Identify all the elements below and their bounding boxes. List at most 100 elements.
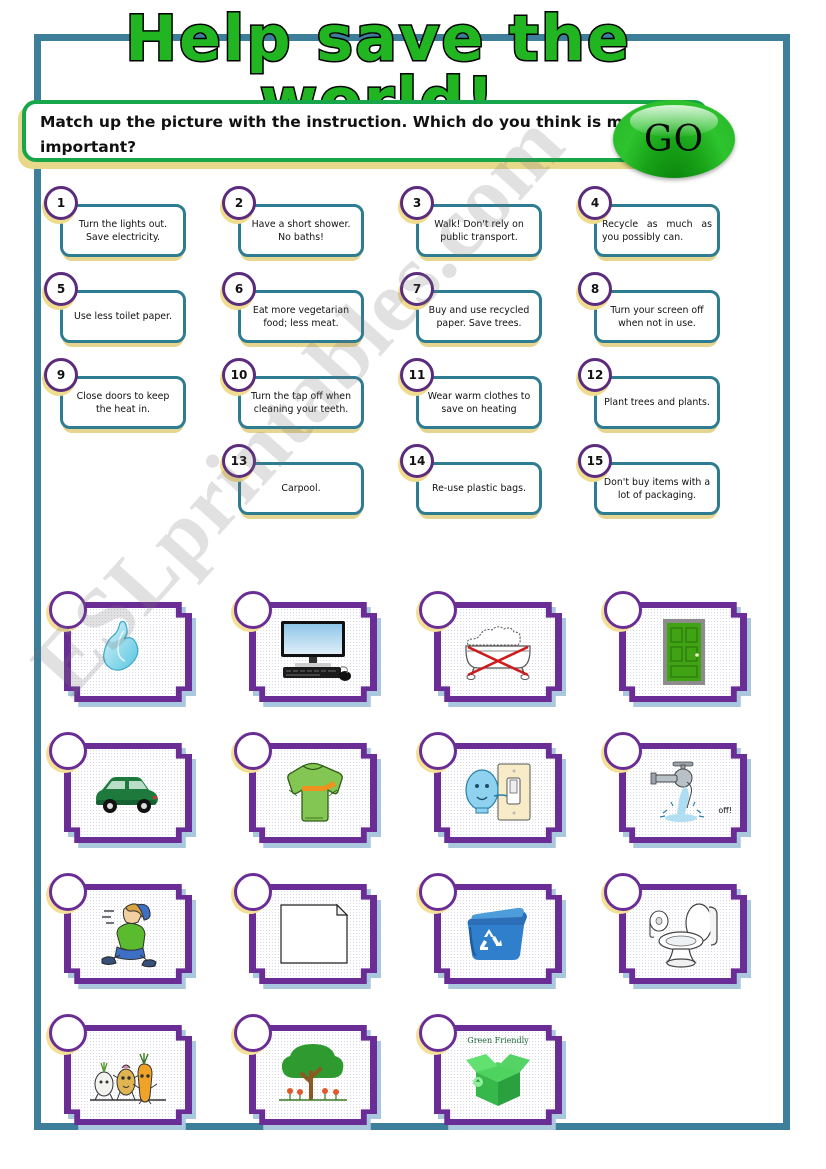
answer-blank[interactable]	[49, 873, 87, 911]
answer-blank[interactable]	[604, 873, 642, 911]
picture-card	[601, 873, 751, 989]
picture-card-4	[585, 580, 770, 721]
instruction-label: Re-use plastic bags.	[432, 483, 526, 494]
picture-card	[46, 732, 196, 848]
green-door-icon	[663, 619, 705, 685]
instruction-label: Recycle as much as you possibly can.	[602, 218, 712, 243]
number-badge: 7	[400, 272, 434, 306]
instruction-box[interactable]: Recycle as much as you possibly can.	[594, 204, 720, 257]
instruction-label: Have a short shower. No baths!	[251, 218, 351, 243]
instruction-item-3: Walk! Don't rely on public transport. 3	[378, 182, 556, 268]
answer-blank[interactable]	[234, 1014, 272, 1052]
answer-blank[interactable]	[49, 732, 87, 770]
instruction-item-5: Use less toilet paper. 5	[22, 268, 200, 354]
answer-blank[interactable]	[49, 1014, 87, 1052]
artwork-caption: off!	[718, 806, 732, 815]
instruction-box[interactable]: Use less toilet paper.	[60, 290, 186, 343]
picture-row: Green Friendly	[30, 1003, 770, 1144]
instruction-item-1: Turn the lights out. Save electricity. 1	[22, 182, 200, 268]
picture-card	[416, 591, 566, 707]
picture-card-7	[400, 721, 585, 862]
picture-card	[46, 591, 196, 707]
artwork-caption: Green Friendly	[467, 1036, 529, 1045]
instruction-box[interactable]: Don't buy items with a lot of packaging.	[594, 462, 720, 515]
answer-blank[interactable]	[234, 732, 272, 770]
card-artwork: off!	[626, 749, 740, 837]
picture-card-8: off!	[585, 721, 770, 862]
number-badge: 5	[44, 272, 78, 306]
instruction-item-12: Plant trees and plants. 12	[556, 354, 734, 440]
instruction-box[interactable]: Wear warm clothes to save on heating	[416, 376, 542, 429]
instruction-label: Turn the lights out. Save electricity.	[78, 218, 168, 243]
picture-card	[231, 591, 381, 707]
instruction-box[interactable]: Plant trees and plants.	[594, 376, 720, 429]
instruction-box[interactable]: Re-use plastic bags.	[416, 462, 542, 515]
card-artwork	[71, 749, 185, 837]
picture-row: off!	[30, 721, 770, 862]
number-badge: 1	[44, 186, 78, 220]
answer-blank[interactable]	[49, 591, 87, 629]
instruction-box[interactable]: Turn your screen off when not in use.	[594, 290, 720, 343]
instruction-box[interactable]: Have a short shower. No baths!	[238, 204, 364, 257]
toilet-icon	[649, 903, 718, 968]
instruction-item-7: Buy and use recycled paper. Save trees. 7	[378, 268, 556, 354]
instruction-grid: Turn the lights out. Save electricity. 1 H…	[22, 182, 734, 526]
recycling-bin-icon	[467, 907, 527, 960]
green-friendly-box-icon	[466, 1054, 530, 1106]
instruction-box[interactable]: Eat more vegetarian food; less meat.	[238, 290, 364, 343]
computer-screen-icon	[281, 621, 351, 681]
answer-blank[interactable]	[419, 1014, 457, 1052]
go-button[interactable]: GO	[613, 100, 735, 178]
running-tap-icon	[650, 761, 705, 822]
instruction-label: Turn your screen off when not in use.	[610, 304, 704, 329]
instruction-label: Turn the tap off when cleaning your teet…	[250, 390, 352, 415]
number-badge: 15	[578, 444, 612, 478]
instruction-item-2: Have a short shower. No baths! 2	[200, 182, 378, 268]
instruction-label: Plant trees and plants.	[604, 397, 710, 408]
answer-blank[interactable]	[419, 732, 457, 770]
answer-blank[interactable]	[234, 591, 272, 629]
go-button-ellipse: GO	[613, 100, 735, 178]
picture-card-3	[400, 580, 585, 721]
instruction-item-6: Eat more vegetarian food; less meat. 6	[200, 268, 378, 354]
walking-boy-icon	[101, 903, 157, 968]
card-artwork	[256, 1031, 370, 1119]
picture-row	[30, 862, 770, 1003]
instruction-label: Don't buy items with a lot of packaging.	[603, 476, 711, 501]
answer-blank[interactable]	[604, 591, 642, 629]
go-button-label: GO	[643, 118, 705, 160]
instruction-row: Close doors to keep the heat in. 9 Turn th…	[22, 354, 734, 440]
instruction-box[interactable]: Turn the lights out. Save electricity.	[60, 204, 186, 257]
picture-card-12	[585, 862, 770, 1003]
instruction-label: Use less toilet paper.	[73, 311, 173, 322]
number-badge: 9	[44, 358, 78, 392]
instruction-box[interactable]: Close doors to keep the heat in.	[60, 376, 186, 429]
answer-blank[interactable]	[419, 591, 457, 629]
instruction-box[interactable]: Walk! Don't rely on public transport.	[416, 204, 542, 257]
number-badge: 13	[222, 444, 256, 478]
picture-card	[231, 873, 381, 989]
picture-card-15: Green Friendly	[400, 1003, 585, 1144]
number-badge: 6	[222, 272, 256, 306]
instruction-banner: Match up the picture with the instructio…	[18, 100, 712, 169]
green-sweater-icon	[287, 762, 343, 822]
card-artwork	[256, 749, 370, 837]
instruction-item-14: Re-use plastic bags. 14	[378, 440, 556, 526]
instruction-item-13: Carpool. 13	[200, 440, 378, 526]
number-badge: 12	[578, 358, 612, 392]
card-artwork	[256, 608, 370, 696]
answer-blank[interactable]	[604, 732, 642, 770]
answer-blank[interactable]	[419, 873, 457, 911]
instruction-box[interactable]: Carpool.	[238, 462, 364, 515]
answer-blank[interactable]	[234, 873, 272, 911]
instruction-row: Turn the lights out. Save electricity. 1 H…	[22, 182, 734, 268]
card-artwork	[71, 890, 185, 978]
number-badge: 3	[400, 186, 434, 220]
instruction-box[interactable]: Turn the tap off when cleaning your teet…	[238, 376, 364, 429]
picture-card-1	[30, 580, 215, 721]
card-artwork	[256, 890, 370, 978]
instruction-box[interactable]: Buy and use recycled paper. Save trees.	[416, 290, 542, 343]
instruction-row: Use less toilet paper. 5 Eat more vegetari…	[22, 268, 734, 354]
instruction-row: Carpool. 13 Re-use plastic bags. 14 Don't bu…	[22, 440, 734, 526]
card-artwork	[626, 608, 740, 696]
